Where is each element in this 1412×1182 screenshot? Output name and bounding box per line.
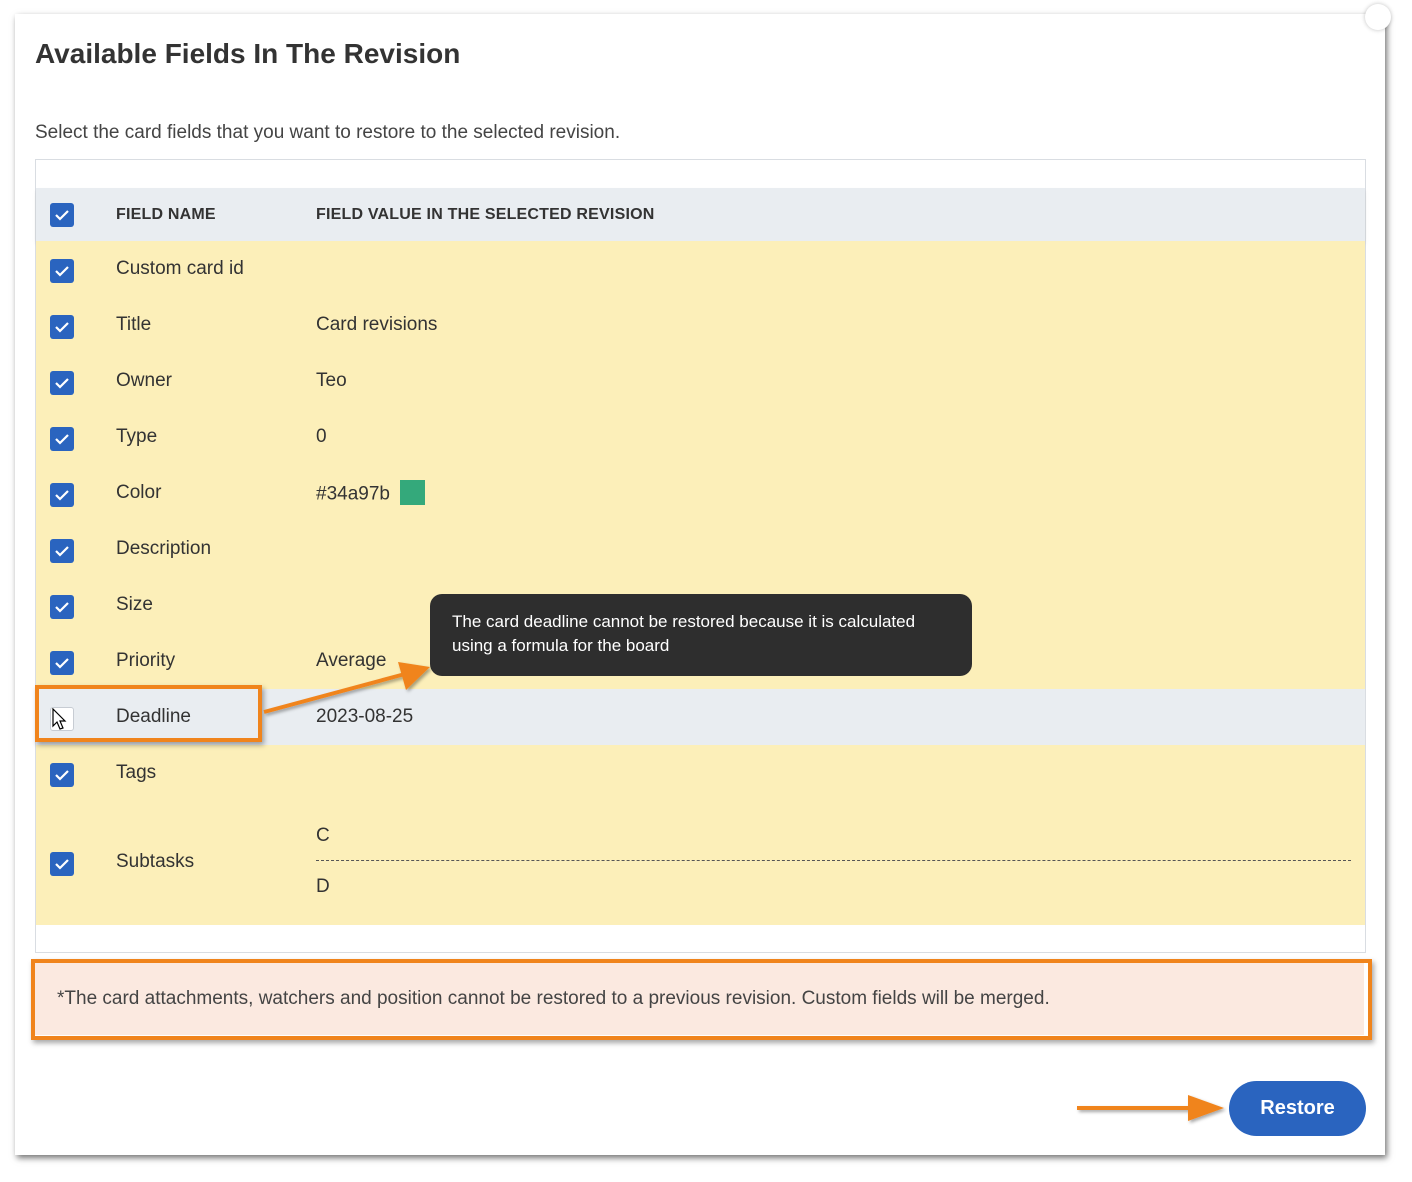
mouse-pointer-icon [52,708,67,730]
arrow-to-restore [1077,1095,1224,1121]
arrow-to-tooltip [263,662,430,714]
annotation-arrows [263,662,1224,1121]
